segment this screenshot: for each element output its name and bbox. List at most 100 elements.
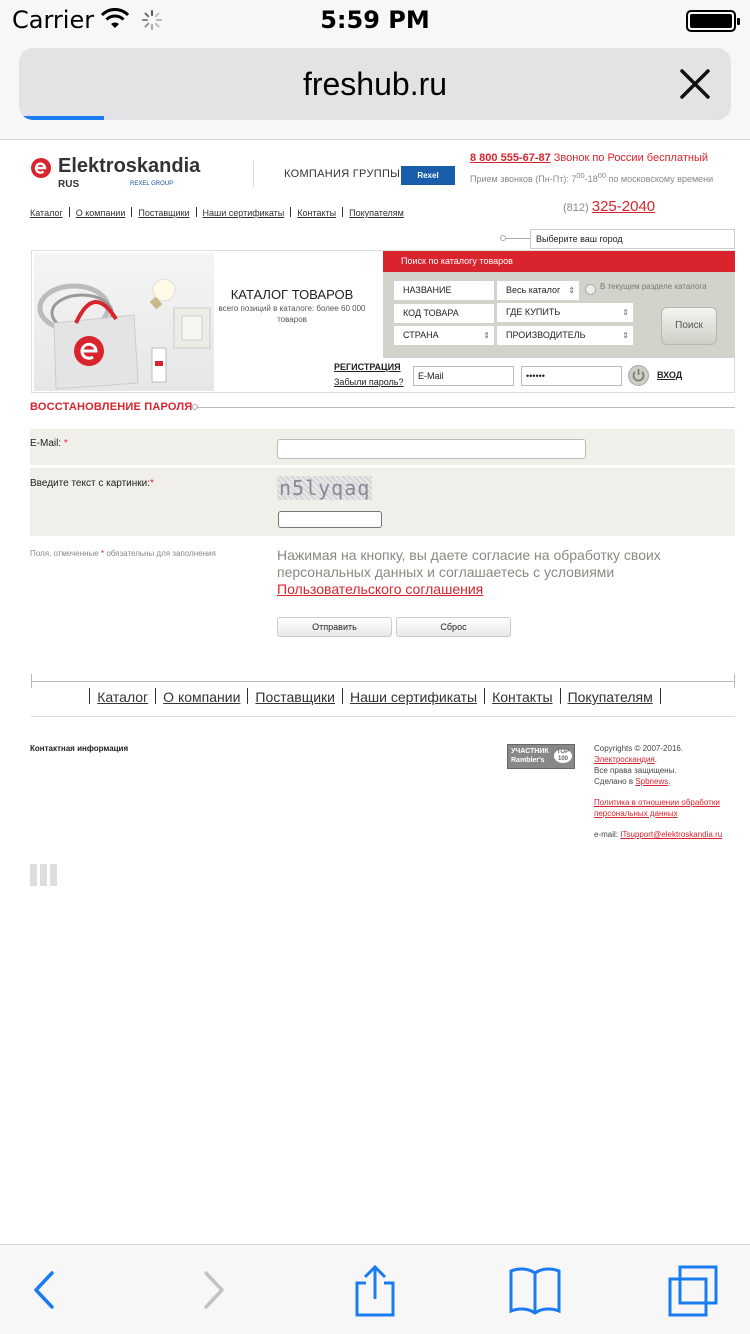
elektroskandia-logo-icon [31,158,51,178]
nav-certificates[interactable]: Наши сертификаты [203,208,285,218]
browser-address-area: freshub.ru [0,40,750,140]
city-connector-dot [500,235,506,241]
footer-divider [31,674,735,688]
consent-body: Нажимая на кнопку, вы даете согласие на … [277,547,661,580]
catalog-products-image[interactable] [34,253,214,391]
company-link[interactable]: Электроскандия [594,755,655,764]
power-icon[interactable] [628,365,649,386]
shopping-bag-icon [37,278,211,390]
logo-group: REXEL GROUP [130,181,174,187]
tabs-icon[interactable] [666,1265,720,1319]
catalog-subtitle: всего позиций в каталоге: более 60 000 т… [218,304,366,324]
hours-from-sup: 00 [576,171,585,180]
catalog-search-panel: Поиск по каталогу товаров НАЗВАНИЕ Весь … [383,251,735,358]
counter-bars-icon [30,864,57,886]
rights-text: Все права защищены. [594,766,677,775]
share-icon[interactable] [352,1265,398,1317]
catalog-block: КАТАЛОГ ТОВАРОВ всего позиций в каталоге… [31,250,735,393]
captcha-row: Введите текст с картинки:* n5lyqaq [30,468,735,536]
hours-mid: -18 [584,174,598,184]
copyright-block: Copyrights © 2007-2016. Электроскандия. … [594,743,744,840]
email-label-text: E-Mail: [30,438,62,449]
current-section-label: В текущем разделе каталога [600,282,707,291]
manufacturer-select[interactable]: ПРОИЗВОДИТЕЛЬ [497,326,633,345]
hours-to-sup: 00 [597,171,607,180]
captcha-field[interactable] [278,511,382,528]
rexel-logo[interactable]: Rexel [401,166,455,185]
forward-icon[interactable] [198,1265,228,1315]
register-link[interactable]: РЕГИСТРАЦИЯ [334,362,401,372]
contact-info-heading: Контактная информация [30,744,129,753]
rambler-top100-badge[interactable]: УЧАСТНИК Rambler's TOP 100 [507,744,575,769]
spbnews-link[interactable]: Spbnews [635,777,668,786]
support-email-link[interactable]: ITsupport@elektroskandia.ru [620,830,722,839]
nav-about[interactable]: О компании [76,208,126,218]
reset-button[interactable]: Сброс [396,617,511,637]
bookmarks-icon[interactable] [508,1265,562,1315]
nav-customers[interactable]: Покупателям [349,208,404,218]
phone-free-line: 8 800 555-67-87 Звонок по России бесплат… [470,152,708,164]
phone-local-code: (812) [563,202,592,214]
privacy-policy-link[interactable]: Политика в отношении обработки персональ… [594,798,720,818]
footer-nav-contacts[interactable]: Контакты [492,689,552,705]
phone-free-number[interactable]: 8 800 555-67-87 [470,152,551,164]
city-connector-line [503,238,530,239]
logo-text: Elektroskandia [58,155,201,177]
captcha-label-text: Введите текст с картинки: [30,478,151,489]
submit-button[interactable]: Отправить [277,617,392,637]
search-name-input[interactable]: НАЗВАНИЕ [394,281,494,300]
user-agreement-link[interactable]: Пользовательского соглашения [277,581,483,597]
copyright-text: Copyrights © 2007-2016. [594,744,684,753]
web-page: Elektroskandia RUS REXEL GROUP КОМПАНИЯ … [0,141,750,1244]
email-label: E-Mail: * [30,438,68,449]
country-select[interactable]: СТРАНА [394,326,494,345]
consent-text: Нажимая на кнопку, вы даете согласие на … [277,547,717,598]
where-buy-select[interactable]: ГДЕ КУПИТЬ [497,303,633,322]
phone-local-number[interactable]: 325-2040 [592,198,655,215]
clock: 5:59 PM [320,6,430,34]
status-bar: Carrier 5:59 PM [0,0,750,40]
phone-local: (812) 325-2040 [563,198,655,215]
header-divider [253,161,254,187]
login-email-input[interactable]: E-Mail [413,366,514,386]
search-code-input[interactable]: КОД ТОВАРА [394,304,494,323]
footer-nav-suppliers[interactable]: Поставщики [255,689,335,705]
footer-line [31,716,735,717]
captcha-image: n5lyqaq [277,476,373,500]
hours-prefix: Прием звонков (Пн-Пт): 7 [470,174,577,184]
made-by-text: Сделано в [594,777,636,786]
phone-free-text: Звонок по России бесплатный [550,152,708,164]
city-select[interactable]: Выберите ваш город [530,229,735,249]
captcha-label: Введите текст с картинки:* [30,478,154,489]
nav-suppliers[interactable]: Поставщики [138,208,189,218]
forgot-password-link[interactable]: Забыли пароль? [334,377,403,387]
back-icon[interactable] [30,1265,60,1315]
nav-catalog[interactable]: Каталог [30,208,63,218]
catalog-scope-select[interactable]: Весь каталог [497,281,579,300]
url-text: freshub.ru [302,66,448,102]
required-note-a: Поля, отмеченные [30,549,101,558]
stop-loading-icon[interactable] [677,66,713,102]
rambler-top: TOP 100 [554,749,572,763]
nav-contacts[interactable]: Контакты [297,208,336,218]
footer-nav-catalog[interactable]: Каталог [97,689,148,705]
search-button[interactable]: Поиск [661,307,717,345]
required-note-b: обязательны для заполнения [104,549,216,558]
login-button[interactable]: ВХОД [657,370,682,380]
footer-navigation: Каталог О компании Поставщики Наши сертифик… [0,688,750,705]
email-field[interactable] [277,439,586,459]
login-password-input[interactable]: •••••• [521,366,622,386]
logo-sub: RUS [58,179,80,190]
footer-nav-customers[interactable]: Покупателям [568,689,653,705]
browser-toolbar [0,1244,750,1334]
address-bar[interactable]: freshub.ru [19,48,731,120]
footer-nav-certificates[interactable]: Наши сертификаты [350,689,477,705]
footer-nav-about[interactable]: О компании [163,689,240,705]
company-group-label: КОМПАНИЯ ГРУППЫ [284,168,401,180]
catalog-title[interactable]: КАТАЛОГ ТОВАРОВ [228,287,356,302]
email-footer-label: e-mail: [594,830,621,839]
load-progress-bar [19,116,105,120]
page-title: ВОССТАНОВЛЕНИЕ ПАРОЛЯ [30,401,193,413]
current-section-radio[interactable] [585,284,596,295]
required-note: Поля, отмеченные * обязательны для запол… [30,549,216,558]
